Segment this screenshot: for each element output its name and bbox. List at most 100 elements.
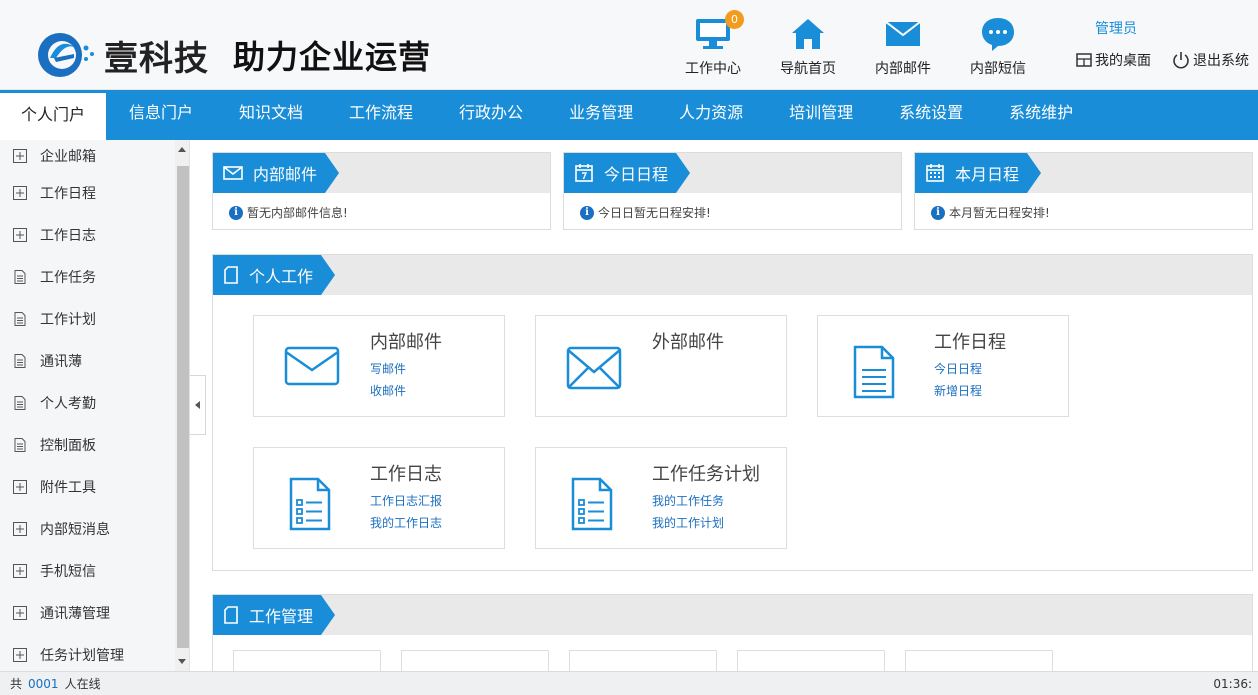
online-prefix: 共 xyxy=(10,677,23,691)
header-nav-work-center[interactable]: 0 工作中心 xyxy=(678,10,748,78)
user-role[interactable]: 管理员 xyxy=(1095,18,1137,38)
my-work-tasks-link[interactable]: 我的工作任务 xyxy=(652,492,724,509)
header-nav-label: 工作中心 xyxy=(685,61,741,77)
work-management-card[interactable] xyxy=(905,650,1053,671)
document-icon xyxy=(12,437,28,453)
header-nav-label: 内部短信 xyxy=(970,61,1026,77)
tab-business[interactable]: 业务管理 xyxy=(546,90,656,140)
panel-head: 内部邮件 xyxy=(213,153,550,193)
scroll-up-arrow-icon[interactable] xyxy=(178,147,186,152)
document-icon xyxy=(852,344,896,404)
sidebar-item-task-plan-mgmt[interactable]: 任务计划管理 xyxy=(0,634,189,671)
calendar-day-icon xyxy=(575,164,593,182)
panel-title: 工作管理 xyxy=(213,595,336,635)
my-desktop-link[interactable]: 我的桌面 xyxy=(1076,50,1151,70)
sidebar-item-label: 工作任务 xyxy=(40,270,96,286)
header-nav-sms[interactable]: 内部短信 xyxy=(963,14,1033,78)
tab-personal-portal[interactable]: 个人门户 xyxy=(0,90,106,140)
mail-icon xyxy=(868,14,938,54)
sidebar-item-mobile-sms[interactable]: 手机短信 xyxy=(0,550,189,592)
home-icon xyxy=(773,14,843,54)
mail-icon xyxy=(566,346,622,394)
receive-mail-link[interactable]: 收邮件 xyxy=(370,382,406,399)
panel-title-text: 个人工作 xyxy=(249,267,314,286)
tab-system-maintenance[interactable]: 系统维护 xyxy=(986,90,1096,140)
sidebar-item-address-book[interactable]: 通讯薄 xyxy=(0,340,189,382)
work-management-card[interactable] xyxy=(401,650,549,671)
add-schedule-link[interactable]: 新增日程 xyxy=(934,382,982,399)
logout-link[interactable]: 退出系统 xyxy=(1172,50,1249,70)
sidebar-item-control-panel[interactable]: 控制面板 xyxy=(0,424,189,466)
plus-box-icon xyxy=(12,647,28,663)
card-work-log[interactable]: 工作日志 工作日志汇报 我的工作日志 xyxy=(253,447,505,549)
card-title: 外部邮件 xyxy=(652,332,724,353)
panel-title: 本月日程 xyxy=(915,153,1042,193)
sidebar-item-work-schedule[interactable]: 工作日程 xyxy=(0,172,189,214)
work-management-card[interactable] xyxy=(569,650,717,671)
panel-info: i 本月暂无日程安排! xyxy=(915,193,1252,232)
tab-knowledge-docs[interactable]: 知识文档 xyxy=(216,90,326,140)
panel-title-text: 内部邮件 xyxy=(253,165,318,184)
card-internal-mail[interactable]: 内部邮件 写邮件 收邮件 xyxy=(253,315,505,417)
info-icon: i xyxy=(229,205,243,220)
brand-slogan: 助力企业运营 xyxy=(233,38,432,76)
mail-icon xyxy=(223,166,243,180)
tab-system-settings[interactable]: 系统设置 xyxy=(876,90,986,140)
document-icon xyxy=(12,311,28,327)
sidebar-item-label: 任务计划管理 xyxy=(40,648,124,664)
my-work-log-link[interactable]: 我的工作日志 xyxy=(370,514,442,531)
today-schedule-link[interactable]: 今日日程 xyxy=(934,360,982,377)
work-management-card[interactable] xyxy=(233,650,381,671)
card-title: 工作任务计划 xyxy=(652,464,760,485)
plus-box-icon xyxy=(12,185,28,201)
sidebar-scrollbar[interactable] xyxy=(175,140,189,671)
plus-box-icon xyxy=(12,521,28,537)
header-nav-mail[interactable]: 内部邮件 xyxy=(868,14,938,78)
plus-box-icon xyxy=(12,605,28,621)
sidebar-item-work-log[interactable]: 工作日志 xyxy=(0,214,189,256)
work-management-card[interactable] xyxy=(737,650,885,671)
panel-info-text: 暂无内部邮件信息! xyxy=(247,206,348,220)
panel-title: 个人工作 xyxy=(213,255,336,295)
mail-icon xyxy=(284,346,340,390)
panel-title-text: 工作管理 xyxy=(249,607,314,626)
card-work-schedule[interactable]: 工作日程 今日日程 新增日程 xyxy=(817,315,1069,417)
panel-today-schedule: 今日日程 i 今日日暂无日程安排! xyxy=(563,152,902,230)
write-mail-link[interactable]: 写邮件 xyxy=(370,360,406,377)
panel-title-text: 本月日程 xyxy=(955,165,1020,184)
header-nav-home[interactable]: 导航首页 xyxy=(773,14,843,78)
header: 壹科技 助力企业运营 0 工作中心 导航首页 内部邮件 内部短信 管理员 我的桌… xyxy=(0,0,1258,90)
online-count[interactable]: 0001 xyxy=(28,677,59,691)
document-icon xyxy=(12,395,28,411)
notification-badge: 0 xyxy=(725,10,744,29)
sidebar-item-work-tasks[interactable]: 工作任务 xyxy=(0,256,189,298)
logout-label: 退出系统 xyxy=(1193,53,1249,69)
chat-bubble-icon xyxy=(963,14,1033,54)
sidebar-item-internal-messages[interactable]: 内部短消息 xyxy=(0,508,189,550)
sidebar-collapse-button[interactable] xyxy=(190,375,206,435)
sidebar-item-attachment-tools[interactable]: 附件工具 xyxy=(0,466,189,508)
sidebar-item-address-book-mgmt[interactable]: 通讯薄管理 xyxy=(0,592,189,634)
work-log-report-link[interactable]: 工作日志汇报 xyxy=(370,492,442,509)
sidebar-item-label: 个人考勤 xyxy=(40,396,96,412)
card-external-mail[interactable]: 外部邮件 xyxy=(535,315,787,417)
tab-hr[interactable]: 人力资源 xyxy=(656,90,766,140)
my-desktop-label: 我的桌面 xyxy=(1095,53,1151,69)
sidebar-item-label: 附件工具 xyxy=(40,480,96,496)
scroll-down-arrow-icon[interactable] xyxy=(178,659,186,664)
scroll-thumb[interactable] xyxy=(177,166,189,648)
tab-admin-office[interactable]: 行政办公 xyxy=(436,90,546,140)
tab-training[interactable]: 培训管理 xyxy=(766,90,876,140)
tab-workflow[interactable]: 工作流程 xyxy=(326,90,436,140)
sidebar-item-work-plan[interactable]: 工作计划 xyxy=(0,298,189,340)
panel-head: 今日日程 xyxy=(564,153,901,193)
main-nav: 个人门户 信息门户 知识文档 工作流程 行政办公 业务管理 人力资源 培训管理 … xyxy=(0,90,1258,140)
card-work-task-plan[interactable]: 工作任务计划 我的工作任务 我的工作计划 xyxy=(535,447,787,549)
content-area: 内部邮件 i 暂无内部邮件信息! 今日日程 i 今日日暂无日程安排! 本月日程 xyxy=(206,140,1258,671)
clipboard-icon xyxy=(224,266,238,284)
tab-info-portal[interactable]: 信息门户 xyxy=(106,90,216,140)
panel-internal-mail: 内部邮件 i 暂无内部邮件信息! xyxy=(212,152,551,230)
my-work-plan-link[interactable]: 我的工作计划 xyxy=(652,514,724,531)
sidebar-item-attendance[interactable]: 个人考勤 xyxy=(0,382,189,424)
sidebar-item-enterprise-mail[interactable]: 企业邮箱 xyxy=(0,140,189,172)
